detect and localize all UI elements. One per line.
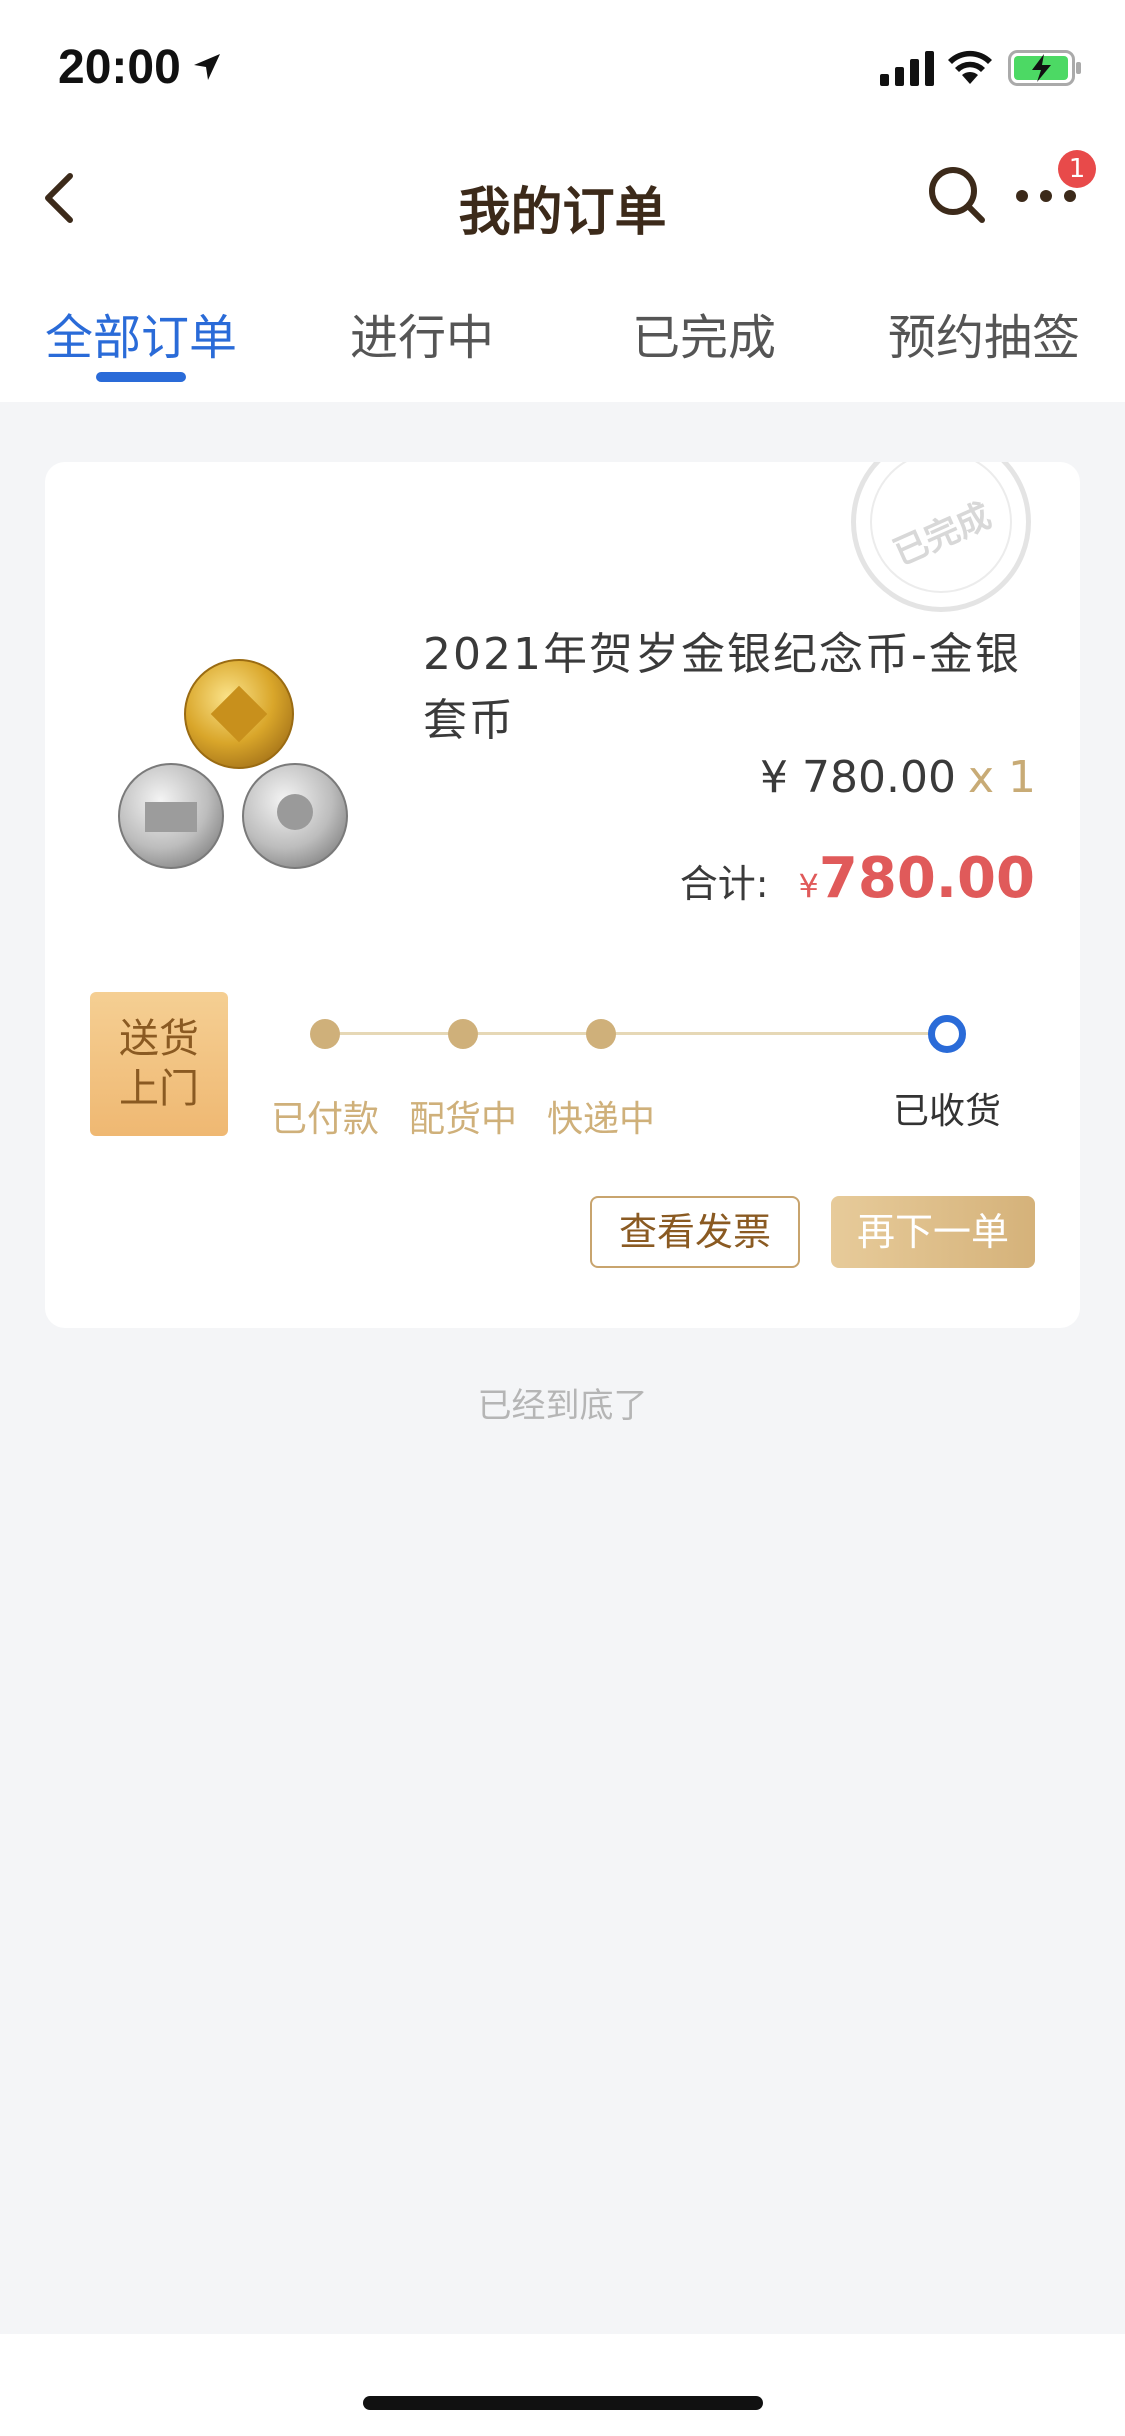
tab-reservation-lottery[interactable]: 预约抽签: [888, 298, 1080, 368]
delivery-label-line2: 上门: [119, 1066, 199, 1112]
total-amount: 780.00: [818, 846, 1035, 911]
completed-stamp: 已完成: [851, 462, 1031, 612]
stamp-label: 已完成: [887, 495, 998, 574]
progress-dot-paid: [310, 1019, 340, 1049]
tab-completed[interactable]: 已完成: [632, 298, 776, 368]
order-total: 合计: ¥780.00: [680, 846, 1035, 911]
progress-step-label: 快递中: [546, 1099, 655, 1140]
progress-dot-shipping: [586, 1019, 616, 1049]
location-arrow-icon: [194, 54, 220, 80]
view-invoice-button[interactable]: 查看发票: [590, 1196, 800, 1268]
end-of-list-note: 已经到底了: [477, 1386, 648, 1426]
total-currency: ¥: [798, 867, 819, 905]
home-indicator[interactable]: [363, 2396, 763, 2410]
status-time: 20:00: [58, 41, 181, 94]
battery-charging-icon: [1008, 50, 1081, 86]
product-image: [118, 659, 348, 869]
cellular-signal-icon: [880, 51, 934, 86]
progress-dot-packing: [448, 1019, 478, 1049]
total-label: 合计:: [679, 862, 769, 906]
wifi-icon: [948, 50, 992, 84]
reorder-button[interactable]: 再下一单: [831, 1196, 1035, 1268]
search-icon[interactable]: [926, 164, 988, 226]
progress-dot-received: [928, 1015, 966, 1053]
tab-in-progress[interactable]: 进行中: [350, 298, 494, 368]
unit-price: ¥ 780.00: [760, 752, 956, 803]
unit-price-line: ¥ 780.00 x 1: [760, 752, 1036, 803]
notification-badge: 1: [1058, 150, 1096, 188]
product-name: 2021年贺岁金银纪念币-金银套币: [423, 629, 1021, 746]
delivery-method-tag: 送货 上门: [90, 992, 228, 1136]
tab-all-orders[interactable]: 全部订单: [45, 298, 237, 368]
progress-step-label-current: 已收货: [892, 1091, 1001, 1132]
quantity: x 1: [967, 752, 1036, 803]
active-tab-indicator: [96, 372, 186, 382]
progress-track: [325, 1032, 949, 1035]
order-card[interactable]: 已完成 2021年贺岁金银纪念币-金银套币 ¥ 780.00 x 1 合计: ¥78…: [45, 462, 1080, 1328]
bottom-safe-area: [0, 2334, 1125, 2436]
delivery-label-line1: 送货: [119, 1016, 199, 1062]
